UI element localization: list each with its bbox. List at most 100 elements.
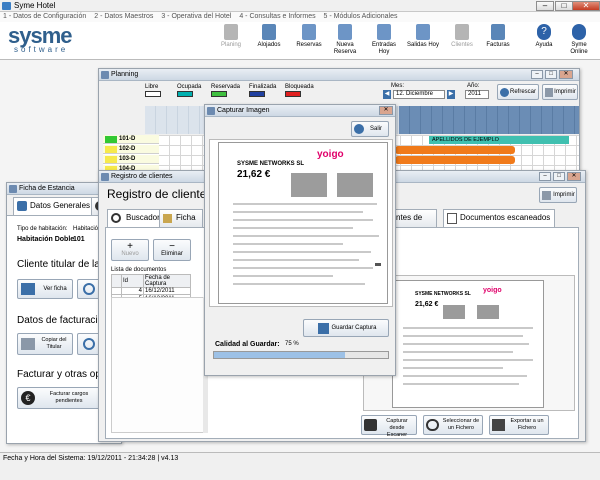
tab-datos-generales[interactable]: Datos Generales <box>13 197 96 215</box>
legend-libre: Libre <box>145 84 161 97</box>
calendar-icon <box>224 24 238 40</box>
export-file-button[interactable]: Exportar a un Fichero <box>489 415 549 435</box>
capture-exit-button[interactable]: Salir <box>351 121 389 137</box>
toolbar-clientes-button[interactable]: Clientes <box>448 24 476 58</box>
toolbar-ayuda-button[interactable]: ? Ayuda <box>532 24 556 58</box>
app-title: Syme Hotel <box>14 1 56 10</box>
planning-title-bar: Planning – □ ✕ <box>99 69 579 81</box>
receipt-brand-logo: yoigo <box>317 149 344 160</box>
refresh-button[interactable]: Refrescar <box>497 84 539 100</box>
menu-consultas[interactable]: 4 - Consultas e Informes <box>239 13 315 20</box>
magnifier-icon <box>426 419 439 431</box>
ficha-title: Ficha de Estancia <box>19 185 75 192</box>
preview-brand-logo: yoigo <box>483 287 502 294</box>
arrival-icon <box>377 24 391 40</box>
planning-maximize-button[interactable]: □ <box>545 70 557 79</box>
document-icon <box>447 213 457 224</box>
tab-documentos-escaneados[interactable]: Documentos escaneados <box>443 209 556 227</box>
maximize-button[interactable]: □ <box>555 1 573 11</box>
ver-ficha-button[interactable]: Ver ficha <box>17 279 73 299</box>
menu-configuracion[interactable]: 1 - Datos de Configuración <box>3 13 86 20</box>
room-row[interactable]: 103-D <box>103 155 159 164</box>
room-row[interactable]: 102-D <box>103 145 159 154</box>
month-label: Mes: <box>391 83 405 89</box>
prev-month-button[interactable]: ◀ <box>383 90 391 99</box>
doc-col-id: Id <box>121 274 144 288</box>
capture-close-button[interactable]: ✕ <box>379 106 393 115</box>
toolbar-entradas-hoy-button[interactable]: Entradas Hoy <box>366 24 402 58</box>
next-month-button[interactable]: ▶ <box>447 90 455 99</box>
card-icon <box>163 214 172 223</box>
table-row[interactable]: 4 16/12/2011 <box>111 287 191 295</box>
toolbar-nueva-reserva-button[interactable]: Nueva Reserva <box>326 24 364 58</box>
printer-icon <box>542 191 551 200</box>
quality-slider-fill <box>214 352 345 358</box>
date-header-selected <box>399 106 579 134</box>
sysme-logo-sub: software <box>14 45 69 54</box>
capture-title-bar: Capturar Imagen ✕ <box>205 105 395 117</box>
status-text: Fecha y Hora del Sistema: 19/12/2011 - 2… <box>3 455 179 462</box>
menu-maestros[interactable]: 2 - Datos Maestros <box>94 13 153 20</box>
year-stepper[interactable]: 2011 <box>465 90 489 99</box>
refresh-icon <box>500 88 509 97</box>
new-document-icon <box>338 24 352 40</box>
preview-receipt-amount: 21,62 € <box>415 301 439 308</box>
toolbar-reservas-button[interactable]: Reservas <box>294 24 324 58</box>
booking-bar-occupied[interactable]: APELLIDOS DE EJEMPLO <box>429 136 569 144</box>
menu-operativa[interactable]: 3 - Operativa del Hotel <box>161 13 231 20</box>
capture-preview: SYSME NETWORKS SL yoigo 21,62 € <box>209 139 393 307</box>
toolbar-syme-online-button[interactable]: Syme Online <box>562 24 596 58</box>
invoice-icon <box>491 24 505 40</box>
copy-icon <box>21 338 35 350</box>
registro-print-button[interactable]: Imprimir <box>539 187 577 203</box>
quality-value: 75 % <box>285 341 299 347</box>
toolbar-alojados-button[interactable]: Alojados <box>254 24 284 58</box>
quality-slider[interactable] <box>213 351 389 359</box>
tab-ficha-cliente[interactable]: Ficha del <box>159 209 203 238</box>
month-select[interactable]: 12. Diciembre <box>393 90 445 99</box>
new-document-button[interactable]: + Nuevo <box>111 239 149 261</box>
main-toolbar: sysme software Planing Alojados Reservas… <box>0 22 600 60</box>
tab-justificantes-pago[interactable]: ntes de pago <box>391 209 437 238</box>
registro-maximize-button[interactable]: □ <box>553 172 565 181</box>
delete-document-button[interactable]: − Eliminar <box>153 239 191 261</box>
clients-icon <box>455 24 469 40</box>
registro-minimize-button[interactable]: – <box>539 172 551 181</box>
facturar-cargos-button[interactable]: € Facturar cargos pendientes <box>17 387 101 409</box>
departure-icon <box>416 24 430 40</box>
magnifier-icon <box>83 338 95 350</box>
planning-close-button[interactable]: ✕ <box>559 70 573 79</box>
booking-bar[interactable] <box>395 146 515 154</box>
close-button[interactable]: ✕ <box>572 1 600 11</box>
planning-title: Planning <box>111 71 139 78</box>
booking-bar[interactable] <box>395 156 515 164</box>
window-icon <box>101 71 109 79</box>
copiar-titular-button[interactable]: Copiar del Titular <box>17 333 73 355</box>
menu-modulos[interactable]: 5 - Módulos Adicionales <box>324 13 398 20</box>
registro-close-button[interactable]: ✕ <box>567 172 581 181</box>
select-file-button[interactable]: Seleccionar de un Fichero <box>423 415 483 435</box>
document-icon <box>302 24 316 40</box>
tab-buscador[interactable]: Buscador <box>107 209 165 227</box>
doc-col-date: Fecha de Captura <box>143 274 191 288</box>
camera-icon <box>364 419 377 431</box>
exit-icon <box>354 124 364 134</box>
planning-legend: Libre Ocupada Reservada Finalizada Bloqu… <box>145 84 405 104</box>
captured-receipt-image: SYSME NETWORKS SL yoigo 21,62 € <box>218 142 388 304</box>
room-row[interactable]: 101-D <box>103 135 159 144</box>
toolbar-facturas-button[interactable]: Facturas <box>484 24 512 58</box>
toolbar-planing-button[interactable]: Planing <box>219 24 243 58</box>
magnifier-icon <box>83 283 95 295</box>
client-card-icon <box>21 283 35 295</box>
help-icon: ? <box>537 24 551 40</box>
home-icon <box>17 201 27 211</box>
minimize-button[interactable]: – <box>536 1 554 11</box>
legend-bloqueada: Bloqueada <box>285 84 314 97</box>
capture-scanner-button[interactable]: Capturar desde Escaner <box>361 415 417 438</box>
save-capture-button[interactable]: Guardar Captura <box>303 319 389 337</box>
toolbar-salidas-hoy-button[interactable]: Salidas Hoy <box>406 24 440 58</box>
preview-receipt-image: SYSME NETWORKS SL yoigo 21,62 € <box>392 280 544 408</box>
planning-minimize-button[interactable]: – <box>531 70 543 79</box>
planning-print-button[interactable]: Imprimir <box>542 84 578 100</box>
registro-heading: Registro de clientes <box>107 187 213 201</box>
